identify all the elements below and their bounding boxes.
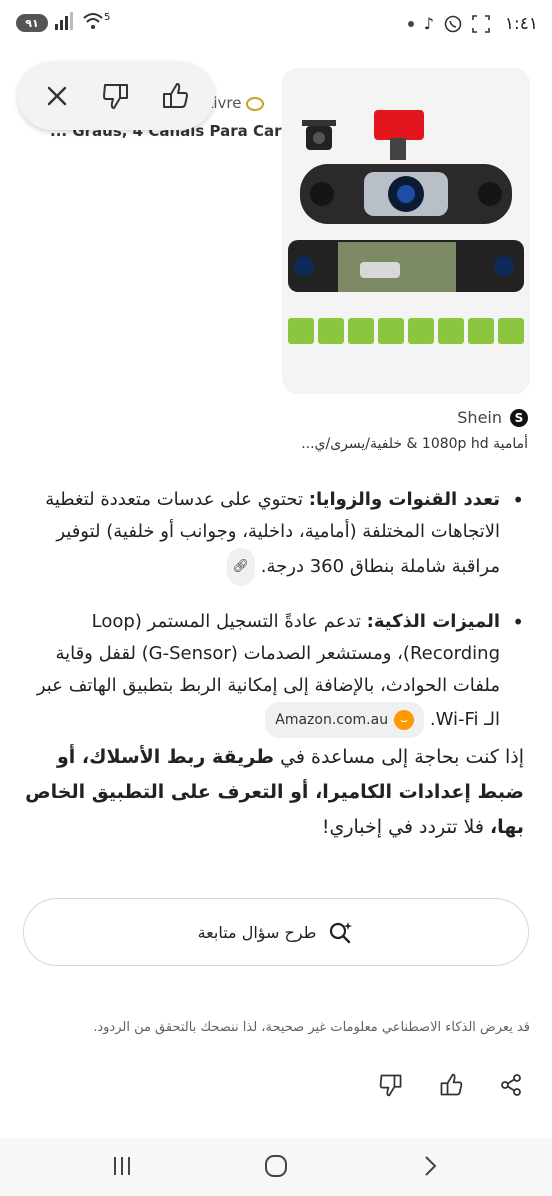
like-button[interactable] bbox=[436, 1070, 466, 1100]
wifi-icon bbox=[83, 13, 103, 29]
source-emoji-icon bbox=[246, 96, 265, 111]
follow-up-label: طرح سؤال متابعة bbox=[197, 922, 317, 942]
source-row[interactable]: Shein S bbox=[457, 408, 528, 427]
wifi-badge: 5 bbox=[104, 11, 111, 23]
dot-icon bbox=[407, 20, 414, 27]
answer-list: تعدد القنوات والزوايا: تحتوي على عدسات م… bbox=[24, 484, 524, 738]
whatsapp-icon bbox=[444, 15, 462, 32]
home-icon bbox=[265, 1155, 287, 1177]
bullet-channels-title: تعدد القنوات والزوايا: bbox=[308, 489, 500, 510]
closing-text-1: إذا كنت بحاجة إلى مساعدة في bbox=[274, 746, 524, 768]
thumbs-down-button[interactable] bbox=[94, 74, 138, 118]
source-name: Shein bbox=[457, 408, 502, 427]
closing-text-2: فلا تتردد في إخباري! bbox=[321, 816, 490, 838]
system-nav-bar bbox=[0, 1138, 552, 1196]
shein-logo-icon: S bbox=[510, 408, 528, 427]
tiktok-icon: ♪ bbox=[423, 14, 434, 33]
source-snippet: أمامية 1080p hd & خلفية/يسرى/ي... bbox=[301, 436, 528, 452]
amazon-source-label: Amazon.com.au bbox=[275, 712, 389, 728]
dash-camera-image bbox=[282, 68, 530, 394]
thumbs-up-button[interactable] bbox=[153, 74, 197, 118]
notification-icons: ♪ bbox=[407, 14, 490, 33]
dislike-button[interactable] bbox=[376, 1070, 406, 1100]
ai-disclaimer: قد يعرض الذكاء الاصطناعي معلومات غير صحي… bbox=[93, 1020, 530, 1035]
follow-up-button[interactable]: طرح سؤال متابعة bbox=[23, 898, 529, 966]
home-button[interactable] bbox=[256, 1146, 296, 1186]
link-icon: 🔗︎ bbox=[232, 559, 250, 574]
sparkle-search-icon bbox=[330, 922, 353, 944]
thumbs-down-icon bbox=[102, 84, 128, 109]
status-left-icons: 5 bbox=[54, 12, 110, 30]
share-icon bbox=[501, 1074, 521, 1096]
bullet-channels: تعدد القنوات والزوايا: تحتوي على عدسات م… bbox=[24, 484, 524, 586]
chevron-right-icon bbox=[425, 1156, 437, 1176]
feedback-pill bbox=[18, 62, 214, 130]
share-button[interactable] bbox=[496, 1070, 526, 1100]
screenshot-icon bbox=[472, 14, 490, 33]
back-button[interactable] bbox=[410, 1146, 450, 1186]
thumbs-up-icon bbox=[162, 83, 188, 108]
bullet-smart-title: الميزات الذكية: bbox=[366, 611, 500, 632]
citation-link-chip[interactable]: 🔗︎ bbox=[226, 548, 256, 586]
bullet-smart-features: الميزات الذكية: تدعم عادةً التسجيل المست… bbox=[24, 606, 524, 738]
close-button[interactable] bbox=[35, 74, 79, 118]
recents-icon bbox=[114, 1157, 130, 1175]
amazon-logo-icon: ⌣ bbox=[394, 710, 415, 730]
signal-icon bbox=[55, 12, 73, 30]
status-bar: ٩١ 5 ♪ ١:٤١ bbox=[0, 0, 552, 52]
product-image[interactable] bbox=[282, 68, 530, 394]
thumbs-up-icon bbox=[440, 1073, 463, 1096]
close-icon bbox=[48, 86, 67, 106]
thumbs-down-icon bbox=[379, 1074, 402, 1097]
status-time: ١:٤١ bbox=[504, 14, 538, 34]
amazon-source-chip[interactable]: Amazon.com.au ⌣ bbox=[265, 702, 425, 738]
battery-indicator: ٩١ bbox=[16, 14, 48, 32]
recents-button[interactable] bbox=[102, 1146, 142, 1186]
closing-paragraph: إذا كنت بحاجة إلى مساعدة في طريقة ربط ال… bbox=[24, 740, 524, 845]
response-actions bbox=[376, 1070, 526, 1100]
